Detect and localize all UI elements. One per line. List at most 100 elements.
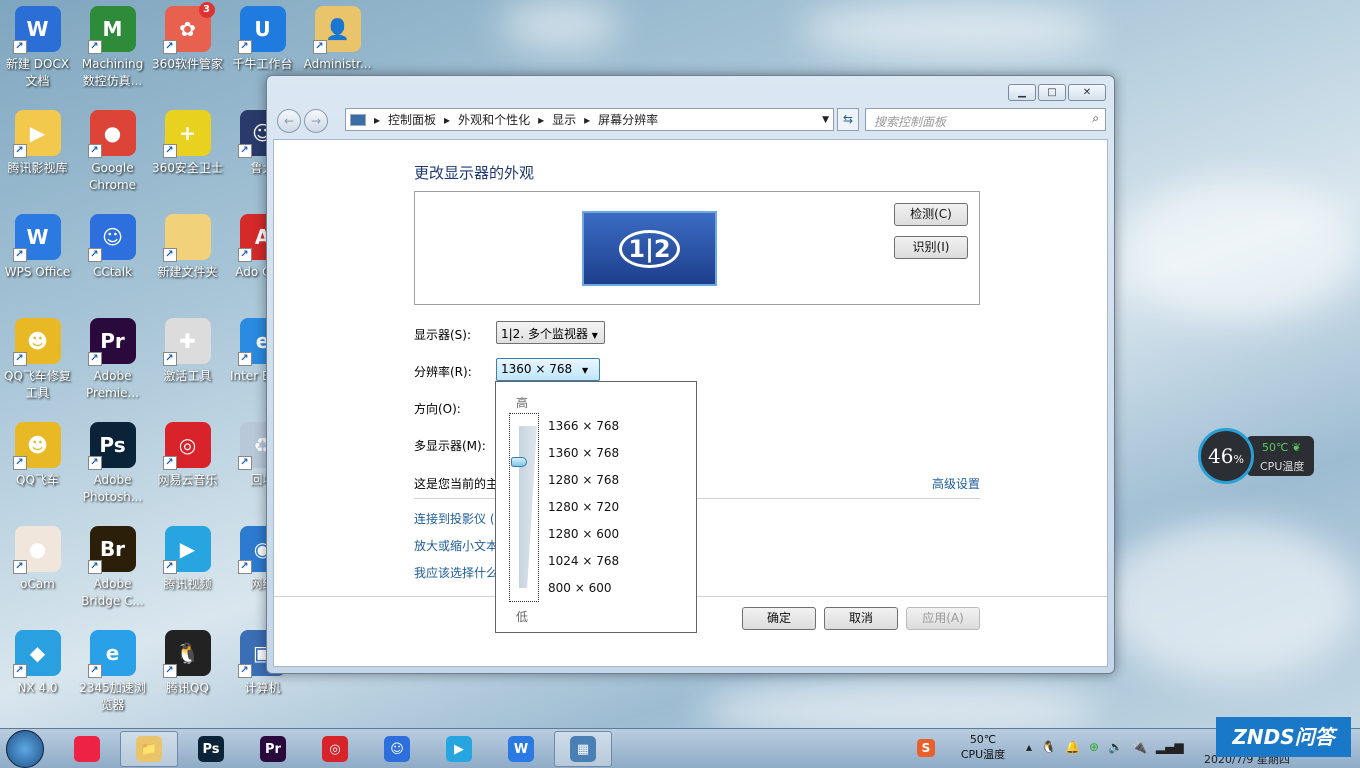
refresh-button[interactable]: ⇆: [837, 108, 859, 131]
resolution-option[interactable]: 1366 × 768: [548, 419, 619, 433]
taskbar-app[interactable]: W: [492, 731, 550, 767]
resolution-select[interactable]: 1360 × 768 ▼: [496, 358, 600, 381]
qq-tray-icon[interactable]: 🐧: [1041, 740, 1056, 754]
znds-watermark: ZNDS问答: [1216, 717, 1351, 757]
resolution-label: 分辨率(R):: [414, 365, 472, 379]
desktop-icon-label: Adobe Premie...: [86, 369, 139, 400]
resolution-option[interactable]: 1280 × 720: [548, 500, 619, 514]
desktop-icon[interactable]: e ↗ 2345加速浏览器: [75, 630, 150, 714]
notification-bell-icon[interactable]: 🔔: [1065, 740, 1080, 754]
desktop-icon[interactable]: 🐧 ↗ 腾讯QQ: [150, 630, 225, 697]
taskbar-app[interactable]: [58, 731, 116, 767]
taskbar-app[interactable]: ◎: [306, 731, 364, 767]
forward-button[interactable]: →: [304, 109, 328, 133]
resolution-option[interactable]: 1024 × 768: [548, 554, 619, 568]
app-icon: ▶ ↗: [12, 110, 61, 158]
shortcut-arrow-icon: ↗: [87, 560, 102, 574]
resolution-option[interactable]: 1360 × 768: [548, 446, 619, 460]
app-icon: 📁: [136, 736, 162, 762]
desktop-icon[interactable]: Br ↗ Adobe Bridge C...: [75, 526, 150, 610]
volume-icon[interactable]: 🔊: [1108, 740, 1123, 754]
display-select[interactable]: 1|2. 多个监视器 ▼: [496, 321, 605, 344]
orientation-label: 方向(O):: [414, 402, 461, 416]
text-size-link[interactable]: 放大或缩小文本: [414, 537, 498, 554]
app-icon: Br ↗: [87, 526, 136, 574]
cancel-button[interactable]: 取消: [824, 607, 898, 630]
display-help-link[interactable]: 我应该选择什么: [414, 564, 498, 581]
desktop-icon[interactable]: Pr ↗ Adobe Premie...: [75, 318, 150, 402]
desktop-icon[interactable]: W ↗ 新建 DOCX 文档: [0, 6, 75, 90]
detect-button[interactable]: 检测(C): [894, 203, 968, 226]
breadcrumb-item[interactable]: 显示: [552, 111, 576, 128]
taskbar-app[interactable]: Ps: [182, 731, 240, 767]
ok-button[interactable]: 确定: [742, 607, 816, 630]
close-button[interactable]: ✕: [1068, 84, 1106, 101]
taskbar-app[interactable]: Pr: [244, 731, 302, 767]
app-icon: ◎: [322, 736, 348, 762]
desktop-icon[interactable]: ✿ ↗ 3 360软件管家: [150, 2, 225, 73]
apply-button[interactable]: 应用(A): [906, 607, 980, 630]
desktop-icon[interactable]: ▶ ↗ 腾讯视频: [150, 526, 225, 593]
minimize-button[interactable]: ▁: [1008, 84, 1036, 101]
search-input[interactable]: 搜索控制面板 ⌕: [865, 108, 1106, 131]
desktop-icon[interactable]: ☻ ↗ QQ飞车修复工具: [0, 318, 75, 402]
taskbar-app[interactable]: ☺: [368, 731, 426, 767]
maximize-button[interactable]: □: [1038, 84, 1066, 101]
resolution-option[interactable]: 1280 × 768: [548, 473, 619, 487]
breadcrumb-item[interactable]: 外观和个性化: [458, 111, 530, 128]
resolution-option[interactable]: 1280 × 600: [548, 527, 619, 541]
resolution-slider[interactable]: [509, 413, 539, 602]
cpu-widget[interactable]: 46% 50℃ ❦ CPU温度: [1198, 428, 1314, 484]
desktop-icon[interactable]: ☺ ↗ CCtalk: [75, 214, 150, 281]
shortcut-arrow-icon: ↗: [237, 560, 252, 574]
shortcut-arrow-icon: ↗: [12, 352, 27, 366]
leaf-icon: ❦: [1291, 441, 1302, 454]
desktop-icon[interactable]: ☻ ↗ QQ飞车: [0, 422, 75, 489]
address-bar[interactable]: ▸ 控制面板 ▸ 外观和个性化 ▸ 显示 ▸ 屏幕分辨率 ▼: [345, 108, 834, 131]
taskbar-app[interactable]: ▶: [430, 731, 488, 767]
identify-button[interactable]: 识别(I): [894, 236, 968, 259]
back-button[interactable]: ←: [277, 109, 301, 133]
desktop-icon[interactable]: ✚ ↗ 激活工具: [150, 318, 225, 385]
app-icon: 👤 ↗: [312, 6, 361, 54]
desktop-icon[interactable]: U ↗ 千牛工作台: [225, 6, 300, 73]
desktop-icon[interactable]: ● ↗ Google Chrome: [75, 110, 150, 194]
network-signal-icon[interactable]: ▂▄▆: [1156, 740, 1184, 754]
360-tray-icon[interactable]: ⊕: [1089, 740, 1099, 754]
resolution-option[interactable]: 800 × 600: [548, 581, 612, 595]
taskbar-app[interactable]: ▦: [554, 731, 612, 767]
desktop-icon[interactable]: + ↗ 360安全卫士: [150, 110, 225, 177]
desktop-icon[interactable]: W ↗ WPS Office: [0, 214, 75, 281]
start-button[interactable]: [6, 730, 44, 768]
desktop-icon[interactable]: Ps ↗ Adobe Photosh...: [75, 422, 150, 506]
desktop-icon[interactable]: ◆ ↗ NX 4.0: [0, 630, 75, 697]
taskbar-app[interactable]: 📁: [120, 731, 178, 767]
shortcut-arrow-icon: ↗: [162, 456, 177, 470]
slider-thumb[interactable]: [511, 457, 527, 467]
desktop-icon[interactable]: ◎ ↗ 网易云音乐: [150, 422, 225, 489]
desktop-icon[interactable]: M ↗ Machining 数控仿真...: [75, 6, 150, 90]
current-display-text: 这是您当前的主: [414, 477, 499, 491]
desktop-icon[interactable]: ● ↗ oCam: [0, 526, 75, 593]
monitor-icon[interactable]: 1|2: [582, 211, 717, 286]
shortcut-arrow-icon: ↗: [162, 560, 177, 574]
advanced-settings-link[interactable]: 高级设置: [932, 475, 980, 492]
cpu-temp-label: CPU温度: [1260, 460, 1305, 473]
shortcut-arrow-icon: ↗: [162, 144, 177, 158]
desktop-icon-label: QQ飞车: [16, 473, 59, 487]
power-plug-icon[interactable]: 🔌: [1132, 740, 1147, 754]
projector-link[interactable]: 连接到投影仪 (: [414, 510, 495, 527]
shortcut-arrow-icon: ↗: [162, 664, 177, 678]
sogou-icon[interactable]: S: [917, 739, 935, 757]
chevron-down-icon[interactable]: ▼: [822, 115, 829, 125]
show-hidden-icons[interactable]: ▴: [1026, 740, 1032, 754]
desktop-icon[interactable]: ▶ ↗ 腾讯影视库: [0, 110, 75, 177]
app-icon: W ↗: [12, 214, 61, 262]
shortcut-arrow-icon: ↗: [12, 456, 27, 470]
desktop-icon[interactable]: 👤 ↗ Administr...: [300, 6, 375, 73]
breadcrumb-item[interactable]: 屏幕分辨率: [598, 111, 658, 128]
multiple-displays-label: 多显示器(M):: [414, 439, 486, 453]
breadcrumb-item[interactable]: 控制面板: [388, 111, 436, 128]
desktop-icon[interactable]: ↗ 新建文件夹: [150, 214, 225, 281]
desktop-icon-label: 腾讯影视库: [7, 161, 68, 175]
